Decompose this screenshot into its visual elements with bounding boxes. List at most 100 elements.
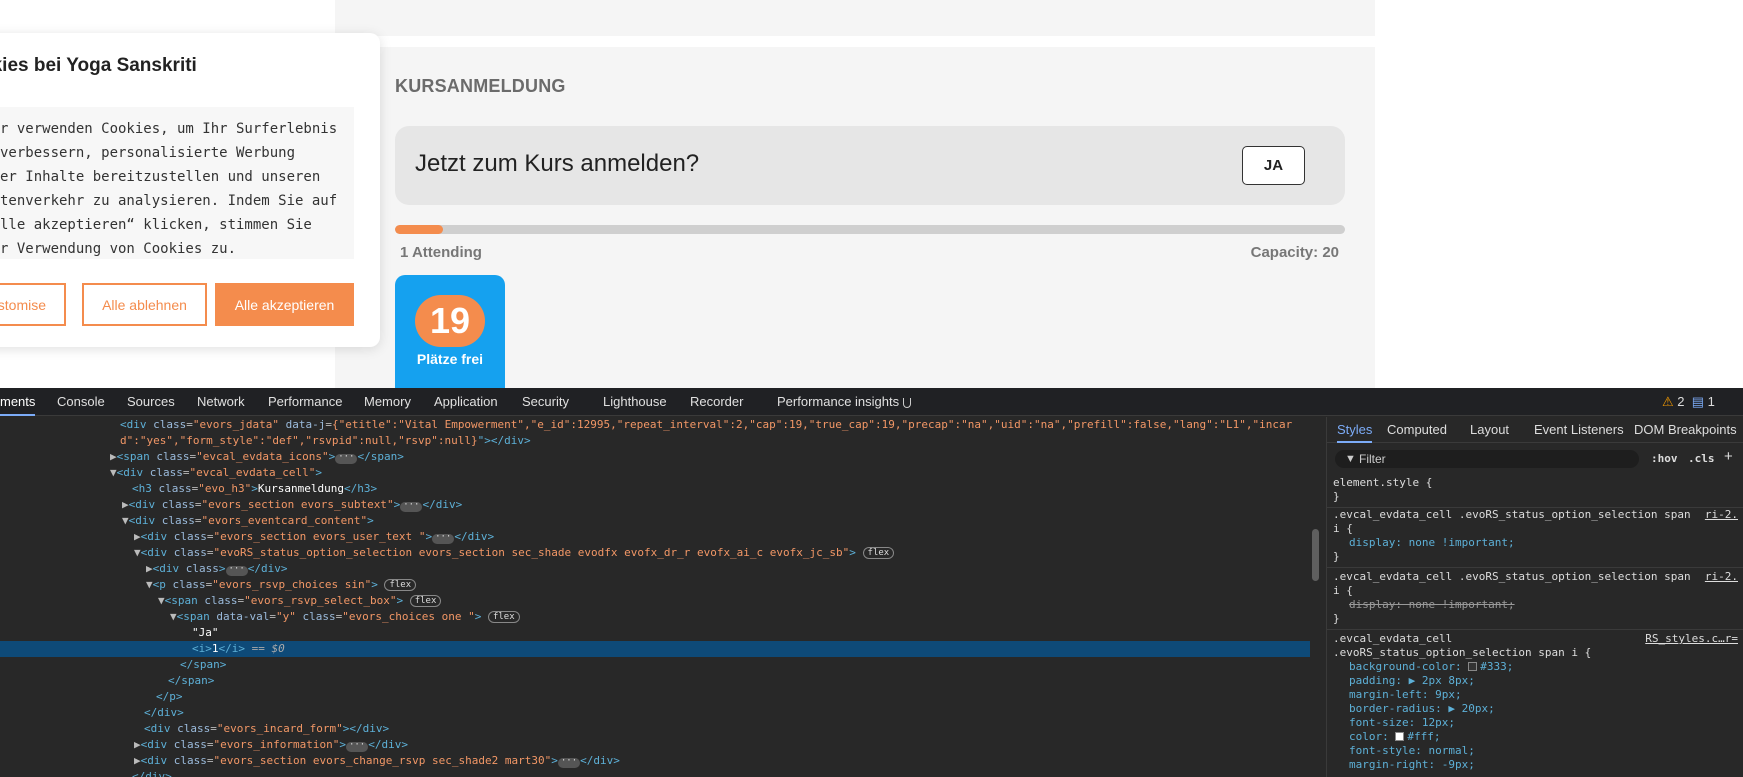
dom-node[interactable]: </span> bbox=[0, 673, 1310, 689]
dom-node[interactable]: ▶<div class="evors_section evors_subtext… bbox=[0, 497, 1310, 513]
hov-toggle[interactable]: :hov bbox=[1651, 450, 1678, 468]
dom-node[interactable]: <div class="evors_incard_form"></div> bbox=[0, 721, 1310, 737]
tab-application[interactable]: Application bbox=[434, 388, 498, 416]
dom-node[interactable]: <div class="evors_jdata" data-j={"etitle… bbox=[0, 417, 1310, 433]
new-rule-icon[interactable]: + bbox=[1724, 448, 1733, 465]
rule-property-overridden[interactable]: display: none !important; bbox=[1333, 598, 1738, 612]
rule-selector: .evcal_evdata_cell bbox=[1333, 632, 1453, 645]
styles-filter-input[interactable]: ▼ Filter bbox=[1335, 450, 1639, 468]
cookie-title: okies bei Yoga Sanskriti bbox=[0, 55, 197, 76]
warning-icon: ⚠ bbox=[1662, 394, 1674, 409]
dom-node[interactable]: </p> bbox=[0, 689, 1310, 705]
dom-node[interactable]: ▼<div class="evcal_evdata_cell"> bbox=[0, 465, 1310, 481]
rule-selector-cont: i { bbox=[1333, 584, 1353, 597]
rule-close: } bbox=[1333, 490, 1340, 503]
tab-sources[interactable]: Sources bbox=[127, 388, 175, 416]
previous-section bbox=[335, 0, 1375, 36]
customise-button[interactable]: ustomise bbox=[0, 283, 66, 326]
dom-node[interactable]: ▶<div class> ··· </div> bbox=[0, 561, 1310, 577]
rule-source-link[interactable]: ri-2. bbox=[1705, 508, 1738, 522]
section-title: KURSANMELDUNG bbox=[395, 76, 566, 96]
elements-tree: <div class="evors_jdata" data-j={"etitle… bbox=[0, 417, 1310, 777]
capacity-count: Capacity: 20 bbox=[1250, 244, 1339, 261]
flex-badge[interactable]: flex bbox=[487, 611, 520, 623]
style-rule[interactable]: .evcal_evdata_cell .evoRS_status_option_… bbox=[1327, 569, 1743, 630]
cookie-text-line: r Verwendung von Cookies zu. bbox=[0, 241, 237, 257]
rule-source-link[interactable]: ri-2. bbox=[1705, 570, 1738, 584]
color-swatch-icon[interactable] bbox=[1395, 732, 1405, 741]
dom-node[interactable]: ▶<div class="evors_section evors_user_te… bbox=[0, 529, 1310, 545]
devtools-panel: ments Console Sources Network Performanc… bbox=[0, 388, 1743, 777]
dom-node[interactable]: </span> bbox=[0, 657, 1310, 673]
warning-count: 2 bbox=[1677, 394, 1685, 409]
tab-network[interactable]: Network bbox=[197, 388, 245, 416]
rule-property[interactable]: background-color: #333; bbox=[1333, 660, 1738, 674]
style-rule[interactable]: .evcal_evdata_cell RS_styles.c…r= .evoRS_… bbox=[1327, 631, 1743, 775]
styles-pane: Styles Computed Layout Event Listeners D… bbox=[1326, 417, 1743, 777]
dom-node[interactable]: <h3 class="evo_h3">Kursanmeldung</h3> bbox=[0, 481, 1310, 497]
free-seats-label: Plätze frei bbox=[416, 351, 484, 367]
dom-node[interactable]: </div> bbox=[0, 705, 1310, 721]
cookie-text-line: lle akzeptieren“ klicken, stimmen Sie bbox=[0, 217, 312, 233]
accept-all-button[interactable]: Alle akzeptieren bbox=[215, 283, 354, 326]
tab-memory[interactable]: Memory bbox=[364, 388, 411, 416]
dom-node-selected[interactable]: <i>1</i> == $0 bbox=[0, 641, 1310, 657]
rule-property[interactable]: font-style: normal; bbox=[1333, 744, 1738, 758]
free-seats-card: 19 Plätze frei bbox=[395, 275, 505, 388]
dom-node[interactable]: ▼<span class="evors_rsvp_select_box"> fl… bbox=[0, 593, 1310, 609]
flask-icon bbox=[903, 397, 912, 408]
elements-scrollbar[interactable] bbox=[1312, 529, 1319, 581]
rule-property[interactable]: margin-left: 9px; bbox=[1333, 688, 1738, 702]
web-page: KURSANMELDUNG Jetzt zum Kurs anmelden? J… bbox=[0, 0, 1743, 388]
cookie-text: r verwenden Cookies, um Ihr Surferlebnis… bbox=[0, 107, 354, 259]
cls-toggle[interactable]: .cls bbox=[1688, 450, 1715, 468]
dom-node[interactable]: ▶<div class="evors_information"> ··· </div… bbox=[0, 737, 1310, 753]
rule-source-link[interactable]: RS_styles.c…r= bbox=[1645, 632, 1738, 646]
style-rule-element[interactable]: element.style { } bbox=[1327, 475, 1743, 508]
rule-property[interactable]: padding: ▶ 2px 8px; bbox=[1333, 674, 1738, 688]
tab-recorder[interactable]: Recorder bbox=[690, 388, 743, 416]
dom-node[interactable]: ▶<span class="evcal_evdata_icons"> ··· </s… bbox=[0, 449, 1310, 465]
rule-property[interactable]: display: none !important; bbox=[1333, 536, 1738, 550]
flex-badge[interactable]: flex bbox=[409, 595, 442, 607]
tab-styles[interactable]: Styles bbox=[1337, 417, 1373, 443]
cookie-text-line: tenverkehr zu analysieren. Indem Sie auf bbox=[0, 193, 338, 209]
style-rule[interactable]: .evcal_evdata_cell .evoRS_status_option_… bbox=[1327, 507, 1743, 568]
rule-property[interactable]: font-size: 12px; bbox=[1333, 716, 1738, 730]
tab-elements[interactable]: ments bbox=[0, 388, 36, 416]
dom-node[interactable]: "Ja" bbox=[0, 625, 1310, 641]
devtools-tab-bar: ments Console Sources Network Performanc… bbox=[0, 388, 1743, 416]
rsvp-box: Jetzt zum Kurs anmelden? JA bbox=[395, 126, 1345, 205]
dom-node[interactable]: ▼<div class="evoRS_status_option_selecti… bbox=[0, 545, 1310, 561]
tab-performance[interactable]: Performance bbox=[268, 388, 342, 416]
color-swatch-icon[interactable] bbox=[1468, 662, 1478, 671]
rule-property[interactable]: margin-right: -9px; bbox=[1333, 758, 1738, 772]
tab-layout[interactable]: Layout bbox=[1470, 417, 1509, 443]
dom-node[interactable]: d":"yes","form_style":"def","rsvpid":nul… bbox=[0, 433, 1310, 449]
tab-dom-breakpoints[interactable]: DOM Breakpoints bbox=[1634, 417, 1737, 443]
filter-icon: ▼ bbox=[1345, 453, 1356, 465]
tab-computed[interactable]: Computed bbox=[1387, 417, 1447, 443]
rule-close: } bbox=[1333, 612, 1340, 625]
tab-console[interactable]: Console bbox=[57, 388, 105, 416]
ja-button[interactable]: JA bbox=[1242, 146, 1305, 185]
reject-all-button[interactable]: Alle ablehnen bbox=[82, 283, 207, 326]
tab-event-listeners[interactable]: Event Listeners bbox=[1534, 417, 1624, 443]
styles-tab-bar: Styles Computed Layout Event Listeners D… bbox=[1327, 417, 1743, 443]
rsvp-question: Jetzt zum Kurs anmelden? bbox=[415, 150, 700, 177]
flex-badge[interactable]: flex bbox=[862, 547, 895, 559]
rule-property[interactable]: color: #fff; bbox=[1333, 730, 1738, 744]
dom-node[interactable]: ▼<div class="evors_eventcard_content"> bbox=[0, 513, 1310, 529]
rule-property[interactable]: border-radius: ▶ 20px; bbox=[1333, 702, 1738, 716]
tab-lighthouse[interactable]: Lighthouse bbox=[603, 388, 667, 416]
flex-badge[interactable]: flex bbox=[384, 579, 417, 591]
dom-node[interactable]: </div> bbox=[0, 769, 1310, 777]
tab-performance-insights[interactable]: Performance insights bbox=[777, 388, 912, 416]
rule-close: } bbox=[1333, 550, 1340, 563]
dom-node[interactable]: ▶<div class="evors_section evors_change_… bbox=[0, 753, 1310, 769]
rule-selector: .evcal_evdata_cell .evoRS_status_option_… bbox=[1333, 570, 1691, 583]
dom-node[interactable]: ▼<span data-val="y" class="evors_choices… bbox=[0, 609, 1310, 625]
tab-security[interactable]: Security bbox=[522, 388, 569, 416]
dom-node[interactable]: ▼<p class="evors_rsvp_choices sin"> flex bbox=[0, 577, 1310, 593]
issue-badges[interactable]: ⚠ 2 ▤ 1 bbox=[1662, 388, 1715, 416]
